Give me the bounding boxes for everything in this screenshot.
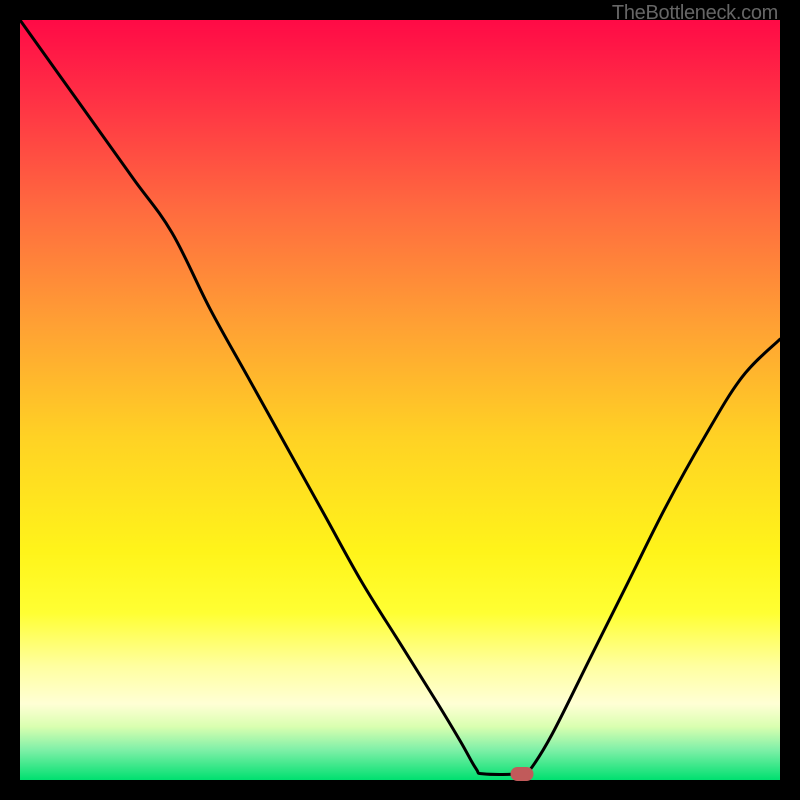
chart-container: TheBottleneck.com	[0, 0, 800, 800]
watermark-text: TheBottleneck.com	[612, 2, 778, 25]
optimal-marker	[510, 767, 533, 781]
bottleneck-curve	[20, 20, 780, 780]
plot-area	[20, 20, 780, 780]
